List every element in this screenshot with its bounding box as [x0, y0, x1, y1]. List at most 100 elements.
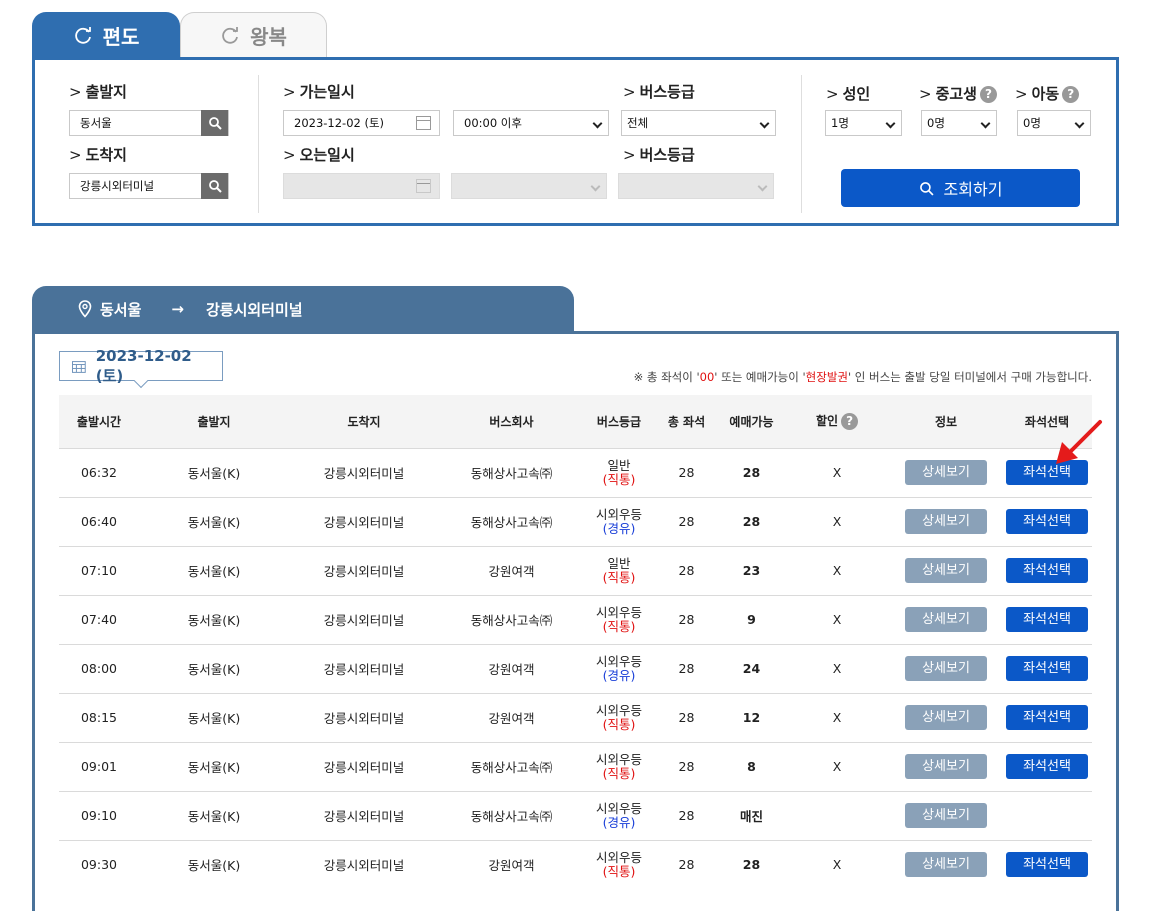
depart-time: 06:32: [59, 447, 139, 497]
return-date-input[interactable]: [283, 173, 440, 199]
seat-select-button[interactable]: 좌석선택: [1006, 607, 1088, 632]
route-type: (직통): [602, 471, 636, 487]
adult-label: > 성인: [826, 85, 871, 103]
detail-button[interactable]: 상세보기: [905, 803, 987, 828]
bus-company: 동해상사고속㈜: [439, 496, 584, 546]
table-row: 06:32 동서울(K) 강릉시외터미널 동해상사고속㈜ 일반 (직통) 28 28 X 상세보기…: [59, 447, 1092, 497]
departure-terminal: 동서울(K): [139, 790, 289, 840]
grade-name: 시외우등: [595, 653, 642, 669]
header-departure: 출발지: [139, 395, 289, 448]
bus-grade-select[interactable]: 전체: [621, 110, 776, 136]
bus-grade: 일반 (직통): [584, 545, 654, 595]
search-panel: > 출발지 동서울 > 도착지 강릉시외터미널 > 가는일시 2023-12-02 (…: [32, 57, 1119, 226]
table-row: 06:40 동서울(K) 강릉시외터미널 동해상사고속㈜ 시외우등 (경유) 28 28 X 상세…: [59, 496, 1092, 546]
route-type: (경유): [602, 667, 636, 683]
seat-select-button[interactable]: 좌석선택: [1006, 656, 1088, 681]
return-bus-grade-select[interactable]: [618, 173, 774, 199]
detail-button[interactable]: 상세보기: [905, 656, 987, 681]
chevron-down-icon: [885, 118, 896, 129]
discount: X: [784, 839, 890, 889]
info-cell: 상세보기: [890, 790, 1002, 840]
arrival-terminal: 강릉시외터미널: [289, 447, 439, 497]
total-seats: 28: [654, 594, 719, 644]
depart-time: 08:00: [59, 643, 139, 693]
grade-name: 시외우등: [595, 702, 642, 718]
arrival-value: 강릉시외터미널: [80, 179, 155, 193]
return-time-select[interactable]: [451, 173, 607, 199]
bus-grade: 시외우등 (직통): [584, 594, 654, 644]
calendar-icon[interactable]: [416, 116, 431, 130]
total-seats: 28: [654, 643, 719, 693]
detail-button[interactable]: 상세보기: [905, 607, 987, 632]
bus-company: 강원여객: [439, 692, 584, 742]
discount: X: [784, 741, 890, 791]
info-cell: 상세보기: [890, 643, 1002, 693]
child-count-select[interactable]: 0명: [1017, 110, 1091, 136]
info-cell: 상세보기: [890, 741, 1002, 791]
detail-button[interactable]: 상세보기: [905, 558, 987, 583]
detail-button[interactable]: 상세보기: [905, 460, 987, 485]
result-date-badge: 2023-12-02 (토): [59, 347, 223, 389]
discount: [784, 790, 890, 840]
schedule-table: 출발시간 출발지 도착지 버스회사 버스등급 총 좌석 예매가능 할인? 정보 …: [59, 395, 1092, 889]
depart-time: 09:30: [59, 839, 139, 889]
detail-button[interactable]: 상세보기: [905, 754, 987, 779]
seat-select-button[interactable]: 좌석선택: [1006, 754, 1088, 779]
go-time-select[interactable]: 00:00 이후: [453, 110, 609, 136]
seat-select-button[interactable]: 좌석선택: [1006, 509, 1088, 534]
tab-roundtrip[interactable]: 왕복: [180, 12, 327, 58]
help-icon[interactable]: ?: [1062, 86, 1080, 103]
seat-select-cell: 좌석선택: [1002, 643, 1092, 693]
tab-roundtrip-label: 왕복: [250, 25, 287, 49]
search-submit-button[interactable]: 조회하기: [841, 169, 1080, 207]
grade-name: 시외우등: [595, 800, 642, 816]
arrival-terminal: 강릉시외터미널: [289, 790, 439, 840]
departure-terminal: 동서울(K): [139, 594, 289, 644]
seat-select-button[interactable]: 좌석선택: [1006, 852, 1088, 878]
bus-grade: 일반 (직통): [584, 447, 654, 497]
help-icon[interactable]: ?: [841, 413, 859, 431]
depart-time: 07:10: [59, 545, 139, 595]
route-header: 동서울 → 강릉시외터미널: [32, 286, 574, 332]
arrival-terminal: 강릉시외터미널: [289, 692, 439, 742]
arrival-input[interactable]: 강릉시외터미널: [69, 173, 229, 199]
available-seats: 28: [719, 496, 784, 546]
seat-select-cell: 좌석선택: [1002, 692, 1092, 742]
route-to: 강릉시외터미널: [205, 300, 303, 319]
seat-select-button[interactable]: 좌석선택: [1006, 705, 1088, 730]
depart-time: 09:01: [59, 741, 139, 791]
detail-button[interactable]: 상세보기: [905, 509, 987, 534]
discount: X: [784, 594, 890, 644]
header-depart-time: 출발시간: [59, 395, 139, 448]
departure-label: > 출발지: [69, 83, 127, 101]
grade-name: 시외우등: [595, 849, 642, 865]
seat-select-button[interactable]: 좌석선택: [1006, 558, 1088, 583]
table-row: 08:15 동서울(K) 강릉시외터미널 강원여객 시외우등 (직통) 28 12 X 상세보기 좌…: [59, 692, 1092, 742]
grade-name: 시외우등: [595, 506, 642, 522]
student-count-select[interactable]: 0명: [921, 110, 997, 136]
departure-input[interactable]: 동서울: [69, 110, 229, 136]
return-bus-grade-label: > 버스등급: [623, 146, 695, 164]
route-type: (직통): [602, 716, 636, 732]
arrival-search-button[interactable]: [201, 173, 228, 199]
help-icon[interactable]: ?: [979, 86, 997, 103]
chevron-down-icon: [757, 181, 768, 192]
detail-button[interactable]: 상세보기: [905, 705, 987, 730]
header-available: 예매가능: [719, 395, 784, 448]
depart-time: 08:15: [59, 692, 139, 742]
child-count-value: 0명: [1023, 116, 1041, 130]
divider: [258, 75, 259, 213]
detail-button[interactable]: 상세보기: [905, 852, 987, 878]
seat-select-cell: 좌석선택: [1002, 545, 1092, 595]
chevron-down-icon: [759, 118, 770, 129]
departure-terminal: 동서울(K): [139, 741, 289, 791]
adult-count-value: 1명: [831, 116, 849, 130]
adult-count-select[interactable]: 1명: [825, 110, 902, 136]
go-date-input[interactable]: 2023-12-02 (토): [283, 110, 440, 136]
departure-value: 동서울: [80, 116, 112, 130]
departure-terminal: 동서울(K): [139, 496, 289, 546]
table-row: 07:10 동서울(K) 강릉시외터미널 강원여객 일반 (직통) 28 23 X 상세보기 좌석선…: [59, 545, 1092, 595]
tab-oneway[interactable]: 편도: [32, 12, 180, 59]
total-seats: 28: [654, 692, 719, 742]
departure-search-button[interactable]: [201, 110, 228, 136]
